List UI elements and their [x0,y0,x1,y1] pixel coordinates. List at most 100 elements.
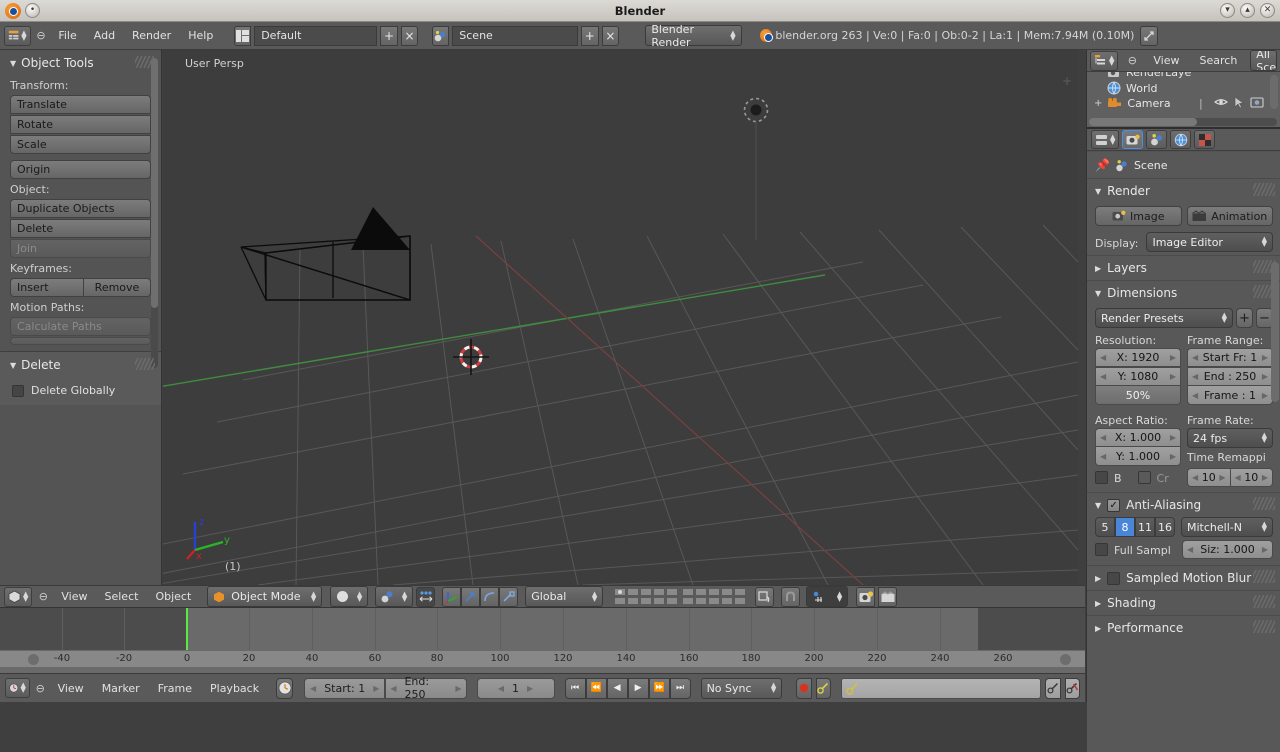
window-menu-button[interactable]: • [25,3,40,18]
right-arrow-icon[interactable]: ▶ [1170,452,1176,461]
right-arrow-icon[interactable]: ▶ [1219,473,1225,482]
pin-icon[interactable]: 📌 [1095,158,1110,172]
section-header-performance[interactable]: ▶ Performance [1087,615,1280,640]
frame-end-field[interactable]: ◀ End : 250 ▶ [1187,367,1273,386]
right-arrow-icon[interactable]: ▶ [527,684,533,693]
tab-scene[interactable] [1146,130,1168,149]
properties-scrollbar[interactable] [1271,262,1279,402]
delete-globally-checkbox[interactable] [12,384,24,397]
duplicate-objects-button[interactable]: Duplicate Objects [10,199,151,218]
layer-cell-6[interactable] [682,588,695,596]
time-remap-new-field[interactable]: ◀ 10 ▶ [1230,468,1273,487]
translate-button[interactable]: Translate [10,95,151,114]
delete-button[interactable]: Delete [10,219,151,238]
render-image-button[interactable]: Image [1095,206,1182,226]
remove-keyframe-button[interactable]: Remove [84,278,151,297]
aspect-x-field[interactable]: ◀ X: 1.000 ▶ [1095,428,1181,447]
insert-keyframe-button[interactable]: Insert [10,278,84,297]
play-reverse-icon[interactable]: ◀ [606,677,628,699]
frame-end-field[interactable]: ◀ End: 250 ▶ [385,675,467,701]
border-checkbox[interactable] [1095,471,1108,484]
left-arrow-icon[interactable]: ◀ [1192,391,1198,400]
antialiasing-checkbox[interactable]: ✓ [1107,498,1121,512]
outliner-hscrollbar[interactable] [1089,118,1277,126]
editor-type-selector-properties[interactable]: ▲ ▼ [1091,130,1120,149]
tab-render[interactable] [1122,130,1144,149]
render-image-icon[interactable] [856,586,876,607]
toolshelf-scrollbar[interactable] [151,58,158,368]
right-arrow-icon[interactable]: ▶ [373,684,379,693]
frame-rate-dropdown[interactable]: 24 fps ▲ ▼ [1187,428,1273,448]
scene-layers-grid[interactable] [614,588,747,605]
layer-cell-14[interactable] [653,597,666,605]
insert-keyframe-icon[interactable] [1045,677,1061,699]
editor-type-selector-info[interactable]: ▲ ▼ [4,25,31,46]
screen-layout-icon[interactable] [233,25,252,46]
layer-cell-20[interactable] [734,597,747,605]
section-header-shading[interactable]: ▶ Shading [1087,590,1280,615]
aa-filter-dropdown[interactable]: Mitchell-N ▲ ▼ [1181,517,1273,537]
sync-mode-dropdown[interactable]: No Sync ▲ ▼ [700,677,783,699]
right-arrow-icon[interactable]: ▶ [1262,545,1268,554]
current-frame-field[interactable]: ◀ 1 ▶ [476,677,555,699]
timeline-track[interactable] [0,608,1085,650]
collapse-menu-icon[interactable]: ⊖ [35,589,51,605]
transform-orientation-dropdown[interactable]: Global ▲ ▼ [525,586,604,607]
left-arrow-icon[interactable]: ◀ [1100,372,1106,381]
add-preset-button[interactable]: + [1236,308,1253,328]
outliner-tree[interactable]: RenderLaye World + Camera | [1087,72,1280,127]
render-presets-dropdown[interactable]: Render Presets ▲ ▼ [1095,308,1233,328]
rotate-button[interactable]: Rotate [10,115,151,134]
timeline-ruler[interactable]: -40 -20 0 20 40 60 80 100 120 140 160 18… [0,650,1085,667]
right-arrow-icon[interactable]: ▶ [1262,372,1268,381]
resize-grip-icon[interactable] [1140,25,1159,46]
time-remap-old-field[interactable]: ◀ 10 ▶ [1187,468,1231,487]
layer-cell-15[interactable] [666,597,679,605]
menu-render[interactable]: Render [125,27,178,44]
right-arrow-icon[interactable]: ▶ [1170,372,1176,381]
section-header-dimensions[interactable]: ▼ Dimensions [1087,280,1280,305]
menu-help[interactable]: Help [181,27,220,44]
keying-set-field[interactable] [841,677,1042,699]
rotate-arc-icon[interactable] [480,586,500,607]
editor-type-selector-3dview[interactable]: ▲ ▼ [4,586,33,607]
layer-cell-18[interactable] [708,597,721,605]
left-arrow-icon[interactable]: ◀ [498,684,504,693]
layer-cell-4[interactable] [653,588,666,596]
layer-cell-2[interactable] [627,588,640,596]
collapse-menu-icon[interactable]: ⊖ [1124,53,1140,69]
minimize-icon[interactable]: ▾ [1220,3,1235,18]
aa-sample-11[interactable]: 11 [1135,517,1155,537]
scene-icon[interactable] [431,25,450,46]
play-icon[interactable]: ▶ [627,677,649,699]
delete-globally-row[interactable]: Delete Globally [0,378,161,397]
magnet-icon[interactable] [781,586,801,607]
rotate-gizmo-icon[interactable] [461,586,481,607]
render-animation-icon[interactable] [878,586,898,607]
auto-keyframe-icon[interactable] [815,677,832,699]
left-arrow-icon[interactable]: ◀ [1100,452,1106,461]
outliner-row-world[interactable]: World [1087,80,1280,96]
viewport-shading-dropdown[interactable]: ▲ ▼ [330,586,369,607]
section-header-render[interactable]: ▼ Render [1087,178,1280,203]
right-arrow-icon[interactable]: ▶ [1170,353,1176,362]
render-animation-button[interactable]: Animation [1186,206,1273,226]
timeline-menu-playback[interactable]: Playback [203,680,266,697]
timeline-hscroll-left-knob[interactable] [28,654,39,665]
close-icon[interactable]: ✕ [1260,3,1275,18]
editor-type-selector-timeline[interactable]: ▲ ▼ [5,678,30,698]
lock-object-icon[interactable] [755,586,775,607]
aspect-y-field[interactable]: ◀ Y: 1.000 ▶ [1095,447,1181,466]
timeline-editor[interactable]: -40 -20 0 20 40 60 80 100 120 140 160 18… [0,608,1085,673]
clock-icon[interactable] [276,677,294,699]
timeline-menu-marker[interactable]: Marker [95,680,147,697]
left-arrow-icon[interactable]: ◀ [390,684,396,693]
scale-button[interactable]: Scale [10,135,151,154]
layer-cell-3[interactable] [640,588,653,596]
left-arrow-icon[interactable]: ◀ [1192,372,1198,381]
section-header-layers[interactable]: ▶ Layers [1087,255,1280,280]
outliner-row-renderlayers[interactable]: RenderLaye [1087,72,1280,80]
aa-sample-5[interactable]: 5 [1095,517,1115,537]
viewport-menu-select[interactable]: Select [98,588,146,605]
remove-screen-layout-button[interactable]: × [400,25,419,46]
